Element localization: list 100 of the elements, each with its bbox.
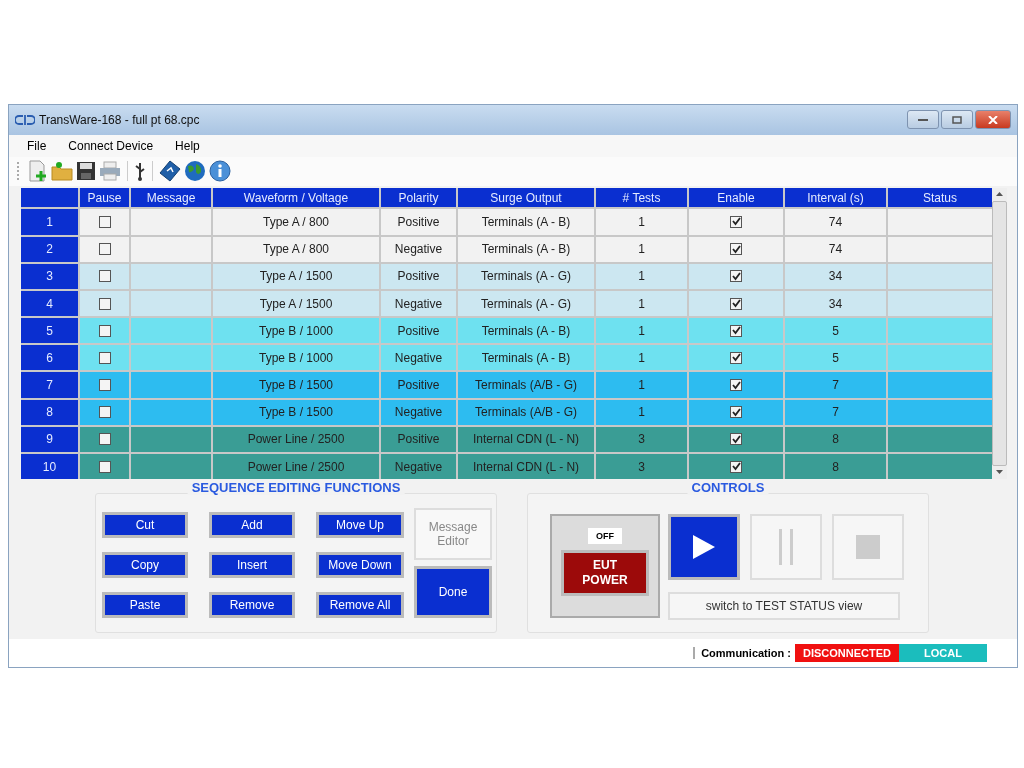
waveform-cell: Type A / 800 [213, 209, 379, 235]
polarity-cell: Negative [381, 236, 456, 262]
menu-item[interactable]: File [27, 138, 47, 153]
action-button[interactable]: Insert [209, 552, 295, 579]
row-header[interactable]: 4 [21, 290, 78, 317]
globe-icon[interactable] [184, 160, 206, 183]
action-button[interactable]: Cut [102, 512, 188, 539]
row-header[interactable]: 2 [21, 236, 78, 262]
eut-power-button[interactable]: EUT POWER [561, 550, 649, 597]
waveform-cell: Type A / 1500 [213, 263, 379, 289]
pause-checkbox[interactable] [98, 406, 111, 419]
pause-checkbox[interactable] [98, 324, 111, 337]
switch-view-button[interactable]: switch to TEST STATUS view [668, 592, 900, 621]
surge-output-cell: Terminals (A/B - G) [458, 399, 594, 425]
column-header[interactable]: Enable [689, 188, 783, 208]
column-header[interactable]: # Tests [596, 188, 687, 208]
waveform-cell: Type B / 1500 [213, 399, 379, 425]
action-button[interactable]: Add [209, 512, 295, 539]
waveform-cell: Power Line / 2500 [213, 426, 379, 453]
row-header[interactable]: 1 [21, 209, 78, 235]
action-button[interactable]: Done [414, 566, 492, 619]
play-icon [691, 533, 717, 562]
waveform-cell: Type A / 1500 [213, 290, 379, 317]
surge-output-cell: Terminals (A - B) [458, 318, 594, 344]
column-header[interactable]: Message [131, 188, 211, 208]
tests-cell: 1 [596, 263, 687, 289]
enable-checkbox[interactable] [730, 379, 742, 392]
row-header[interactable]: 7 [21, 372, 78, 398]
tests-cell: 1 [596, 209, 687, 235]
row-header[interactable]: 10 [21, 454, 78, 480]
stop-icon [856, 535, 880, 560]
scroll-up-icon[interactable] [996, 192, 1003, 198]
interval-cell: 5 [785, 345, 886, 371]
column-header[interactable]: Surge Output [458, 188, 594, 208]
corner-header [21, 188, 78, 208]
polarity-cell: Negative [381, 399, 456, 425]
interval-cell: 74 [785, 236, 886, 262]
interval-cell: 8 [785, 454, 886, 480]
new-file-icon[interactable] [28, 160, 48, 183]
pause-checkbox[interactable] [98, 460, 111, 473]
pause-checkbox[interactable] [98, 297, 111, 310]
enable-checkbox[interactable] [730, 243, 742, 256]
save-icon[interactable] [76, 161, 96, 182]
surge-output-cell: Terminals (A - G) [458, 290, 594, 317]
enable-checkbox[interactable] [730, 324, 742, 337]
menu-item[interactable]: Help [175, 138, 200, 153]
column-header[interactable]: Polarity [381, 188, 456, 208]
interval-cell: 74 [785, 209, 886, 235]
action-button[interactable]: Remove All [316, 592, 404, 619]
info-icon[interactable] [209, 160, 231, 183]
action-button[interactable]: Move Down [316, 552, 404, 579]
pause-checkbox[interactable] [98, 215, 111, 228]
interval-cell: 5 [785, 318, 886, 344]
polarity-cell: Positive [381, 318, 456, 344]
column-header[interactable]: Waveform / Voltage [213, 188, 379, 208]
tests-cell: 1 [596, 290, 687, 317]
column-header[interactable]: Status [888, 188, 992, 208]
enable-checkbox[interactable] [730, 270, 742, 283]
app-logo-icon [15, 113, 35, 126]
maximize-button[interactable] [941, 110, 973, 130]
enable-checkbox[interactable] [730, 460, 742, 473]
polarity-cell: Negative [381, 290, 456, 317]
interval-cell: 7 [785, 399, 886, 425]
mode-status: LOCAL [899, 644, 987, 663]
column-header[interactable]: Interval (s) [785, 188, 886, 208]
menu-item[interactable]: Connect Device [68, 138, 154, 153]
minimize-button[interactable] [907, 110, 939, 130]
row-header[interactable]: 3 [21, 263, 78, 289]
pause-checkbox[interactable] [98, 379, 111, 392]
book-icon[interactable] [159, 160, 181, 183]
maximize-icon [952, 115, 962, 124]
usb-icon[interactable] [134, 161, 146, 182]
enable-checkbox[interactable] [730, 297, 742, 310]
action-button[interactable]: Remove [209, 592, 295, 619]
polarity-cell: Negative [381, 454, 456, 480]
action-button[interactable]: Paste [102, 592, 188, 619]
action-button[interactable]: Copy [102, 552, 188, 579]
row-header[interactable]: 9 [21, 426, 78, 453]
enable-checkbox[interactable] [730, 215, 742, 228]
close-button[interactable] [975, 110, 1011, 130]
polarity-cell: Positive [381, 209, 456, 235]
pause-checkbox[interactable] [98, 351, 111, 364]
pause-checkbox[interactable] [98, 270, 111, 283]
action-button[interactable]: Move Up [316, 512, 404, 539]
play-button[interactable] [668, 514, 740, 581]
interval-cell: 34 [785, 263, 886, 289]
waveform-cell: Type B / 1000 [213, 345, 379, 371]
tests-cell: 1 [596, 372, 687, 398]
enable-checkbox[interactable] [730, 351, 742, 364]
pause-checkbox[interactable] [98, 243, 111, 256]
pause-checkbox[interactable] [98, 433, 111, 446]
row-header[interactable]: 8 [21, 399, 78, 425]
polarity-cell: Positive [381, 263, 456, 289]
column-header[interactable]: Pause [80, 188, 129, 208]
scroll-down-icon[interactable] [996, 470, 1003, 476]
surge-output-cell: Internal CDN (L - N) [458, 454, 594, 480]
enable-checkbox[interactable] [730, 433, 742, 446]
row-header[interactable]: 6 [21, 345, 78, 371]
row-header[interactable]: 5 [21, 318, 78, 344]
enable-checkbox[interactable] [730, 406, 742, 419]
